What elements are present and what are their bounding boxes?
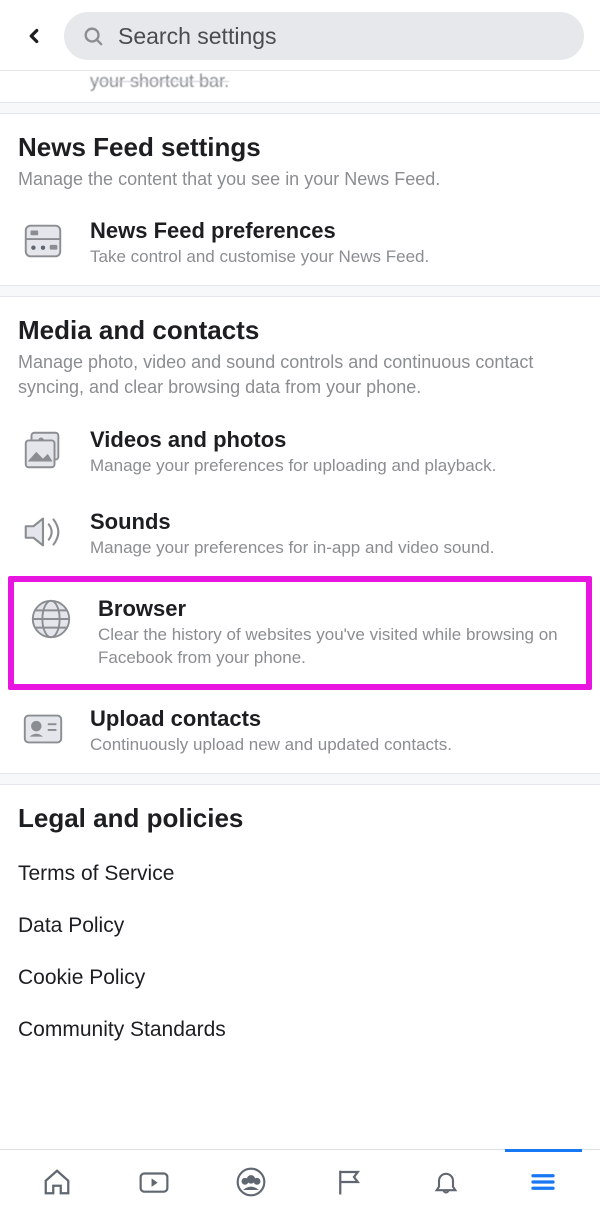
item-title: Browser: [98, 596, 574, 622]
item-videos-photos[interactable]: Videos and photos Manage your preference…: [0, 411, 600, 494]
item-upload-contacts[interactable]: Upload contacts Continuously upload new …: [0, 690, 600, 773]
section-title: Media and contacts: [18, 315, 582, 346]
menu-icon: [528, 1167, 558, 1197]
watch-icon: [137, 1167, 171, 1197]
item-body: Videos and photos Manage your preference…: [90, 425, 582, 478]
section-newsfeed: News Feed settings Manage the content th…: [0, 114, 600, 202]
tab-home[interactable]: [8, 1150, 105, 1213]
section-gap: [0, 285, 600, 297]
item-body: News Feed preferences Take control and c…: [90, 216, 582, 269]
speaker-icon: [18, 507, 68, 557]
section-media: Media and contacts Manage photo, video a…: [0, 297, 600, 410]
back-button[interactable]: [16, 18, 52, 54]
home-icon: [42, 1167, 72, 1197]
item-title: Sounds: [90, 509, 582, 535]
search-icon: [82, 25, 104, 47]
tab-notifications[interactable]: [397, 1150, 494, 1213]
photos-icon: [18, 425, 68, 475]
item-newsfeed-preferences[interactable]: News Feed preferences Take control and c…: [0, 202, 600, 285]
link-terms-of-service[interactable]: Terms of Service: [18, 848, 582, 900]
flag-icon: [334, 1167, 364, 1197]
item-desc: Manage your preferences for uploading an…: [90, 455, 582, 478]
section-gap: [0, 102, 600, 114]
search-placeholder: Search settings: [118, 23, 277, 50]
section-title: News Feed settings: [18, 132, 582, 163]
section-legal: Legal and policies: [0, 785, 600, 848]
section-desc: Manage the content that you see in your …: [18, 167, 582, 192]
item-desc: Continuously upload new and updated cont…: [90, 734, 582, 757]
header: Search settings: [0, 0, 600, 70]
item-desc: Take control and customise your News Fee…: [90, 246, 582, 269]
section-desc: Manage photo, video and sound controls a…: [18, 350, 582, 400]
item-sounds[interactable]: Sounds Manage your preferences for in-ap…: [0, 493, 600, 576]
item-desc: Clear the history of websites you've vis…: [98, 624, 574, 670]
item-title: News Feed preferences: [90, 218, 582, 244]
chevron-left-icon: [23, 25, 45, 47]
link-data-policy[interactable]: Data Policy: [18, 900, 582, 952]
link-cookie-policy[interactable]: Cookie Policy: [18, 952, 582, 1004]
bell-icon: [432, 1167, 460, 1197]
section-title: Legal and policies: [18, 803, 582, 834]
globe-icon: [26, 594, 76, 644]
item-title: Videos and photos: [90, 427, 582, 453]
contact-card-icon: [18, 704, 68, 754]
item-title: Upload contacts: [90, 706, 582, 732]
link-community-standards[interactable]: Community Standards: [18, 1004, 582, 1056]
groups-icon: [235, 1166, 267, 1198]
tab-menu[interactable]: [495, 1150, 592, 1213]
tab-watch[interactable]: [105, 1150, 202, 1213]
tab-pages[interactable]: [300, 1150, 397, 1213]
item-desc: Manage your preferences for in-app and v…: [90, 537, 582, 560]
search-input[interactable]: Search settings: [64, 12, 584, 60]
item-body: Browser Clear the history of websites yo…: [98, 594, 574, 670]
tab-groups[interactable]: [203, 1150, 300, 1213]
previous-section-tail: your shortcut bar.: [0, 71, 600, 102]
newsfeed-icon: [18, 216, 68, 266]
item-body: Upload contacts Continuously upload new …: [90, 704, 582, 757]
item-body: Sounds Manage your preferences for in-ap…: [90, 507, 582, 560]
bottom-tab-bar: [0, 1149, 600, 1213]
legal-links: Terms of Service Data Policy Cookie Poli…: [0, 848, 600, 1076]
section-gap: [0, 773, 600, 785]
item-browser[interactable]: Browser Clear the history of websites yo…: [8, 576, 592, 690]
